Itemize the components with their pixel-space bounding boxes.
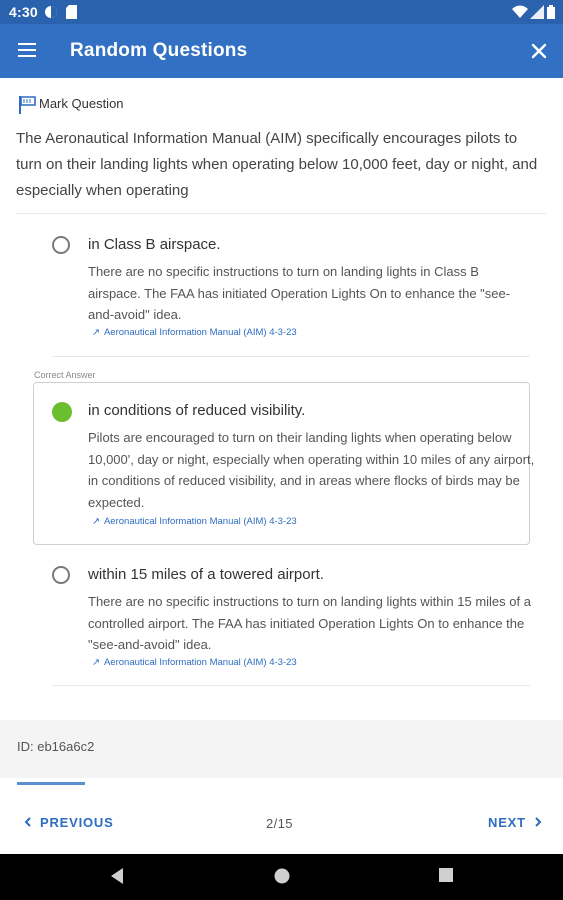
sd-card-icon bbox=[66, 5, 77, 19]
system-nav-bar bbox=[0, 854, 563, 900]
reference-text: Aeronautical Information Manual (AIM) 4-… bbox=[103, 516, 297, 527]
status-time: 4:30 bbox=[9, 4, 38, 20]
reference-text: Aeronautical Information Manual (AIM) 4-… bbox=[103, 327, 297, 338]
radio-button-selected[interactable] bbox=[52, 402, 72, 422]
progress-bar bbox=[17, 782, 85, 785]
reference-link[interactable]: ↗ Aeronautical Information Manual (AIM) 4… bbox=[92, 657, 297, 668]
reference-link[interactable]: ↗ Aeronautical Information Manual (AIM) 4… bbox=[92, 516, 297, 527]
external-link-icon: ↗ bbox=[92, 516, 100, 527]
page-indicator: 2/15 bbox=[266, 816, 293, 831]
home-icon[interactable] bbox=[273, 867, 291, 885]
chevron-right-icon bbox=[535, 817, 542, 827]
data-saver-icon bbox=[45, 6, 57, 18]
external-link-icon: ↗ bbox=[92, 657, 100, 668]
answer-text: in Class B airspace. bbox=[88, 236, 221, 253]
recents-icon[interactable] bbox=[438, 867, 454, 883]
back-icon[interactable] bbox=[109, 867, 125, 885]
external-link-icon: ↗ bbox=[92, 327, 100, 338]
close-icon[interactable] bbox=[528, 40, 550, 62]
wifi-icon bbox=[512, 5, 528, 18]
flag-icon bbox=[19, 96, 36, 114]
page-title: Random Questions bbox=[70, 40, 248, 61]
next-label: NEXT bbox=[488, 815, 526, 830]
app-bar: Random Questions bbox=[0, 24, 563, 78]
radio-button[interactable] bbox=[52, 566, 70, 584]
signal-icon bbox=[530, 5, 544, 19]
answer-explanation: Pilots are encouraged to turn on their l… bbox=[88, 430, 535, 510]
answer-text: within 15 miles of a towered airport. bbox=[88, 566, 324, 583]
menu-icon[interactable] bbox=[18, 43, 36, 57]
mark-question-label: Mark Question bbox=[39, 96, 124, 111]
reference-link[interactable]: ↗ Aeronautical Information Manual (AIM) 4… bbox=[92, 327, 297, 338]
radio-button[interactable] bbox=[52, 236, 70, 254]
reference-text: Aeronautical Information Manual (AIM) 4-… bbox=[103, 657, 297, 668]
divider bbox=[52, 685, 530, 686]
next-button[interactable]: NEXT bbox=[488, 815, 544, 830]
chevron-left-icon bbox=[24, 817, 31, 827]
divider bbox=[52, 356, 530, 357]
status-bar: 4:30 bbox=[0, 0, 563, 24]
correct-answer-label: Correct Answer bbox=[34, 370, 96, 380]
question-id-bar: ID: eb16a6c2 bbox=[0, 720, 563, 778]
answer-explanation: There are no specific instructions to tu… bbox=[88, 594, 531, 652]
previous-button[interactable]: PREVIOUS bbox=[22, 815, 114, 830]
divider bbox=[16, 213, 546, 214]
question-id: ID: eb16a6c2 bbox=[17, 739, 95, 754]
question-text: The Aeronautical Information Manual (AIM… bbox=[16, 130, 538, 199]
answer-explanation: There are no specific instructions to tu… bbox=[88, 264, 511, 322]
battery-icon bbox=[547, 5, 555, 19]
previous-label: PREVIOUS bbox=[40, 815, 114, 830]
answer-text: in conditions of reduced visibility. bbox=[88, 402, 306, 419]
